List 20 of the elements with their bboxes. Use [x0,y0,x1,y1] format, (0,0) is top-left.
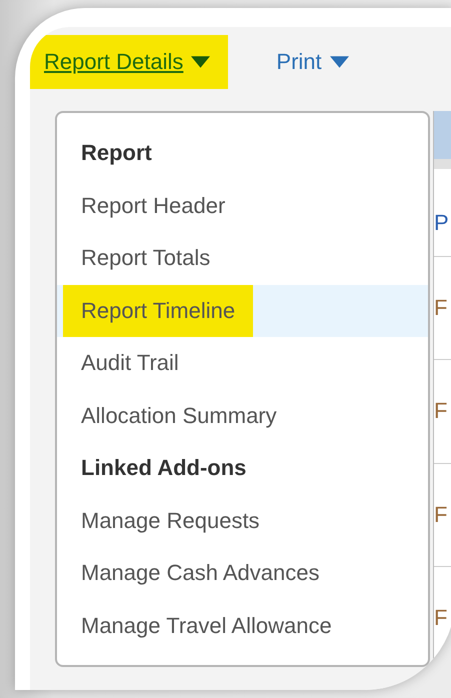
column-header: P [434,169,451,257]
menu-item[interactable]: Report Totals [57,232,428,284]
menu-item[interactable]: Manage Travel Allowance [57,600,428,652]
menu-heading: Linked Add-ons [80,454,248,482]
menu-item[interactable]: Report Timeline [57,284,428,337]
menu-button[interactable]: Report Details [30,35,228,89]
table-cell: F [434,502,448,528]
caret-icon [330,56,349,68]
menu-heading: Report [80,139,153,168]
menu-item[interactable]: Report Header [57,180,428,232]
menu-item[interactable]: Manage Cash Advances [57,547,428,600]
table-cell: F [434,294,448,321]
menu-item[interactable]: Allocation Summary [57,390,428,442]
menu-item[interactable]: Audit Trail [57,337,428,390]
menu-item[interactable]: Manage Requests [57,494,428,547]
table-cell: F [434,398,448,424]
table-header-bar [434,111,451,170]
caret-icon [191,56,210,68]
menu-button[interactable]: Print [262,35,367,89]
table-cell: F [434,605,448,632]
